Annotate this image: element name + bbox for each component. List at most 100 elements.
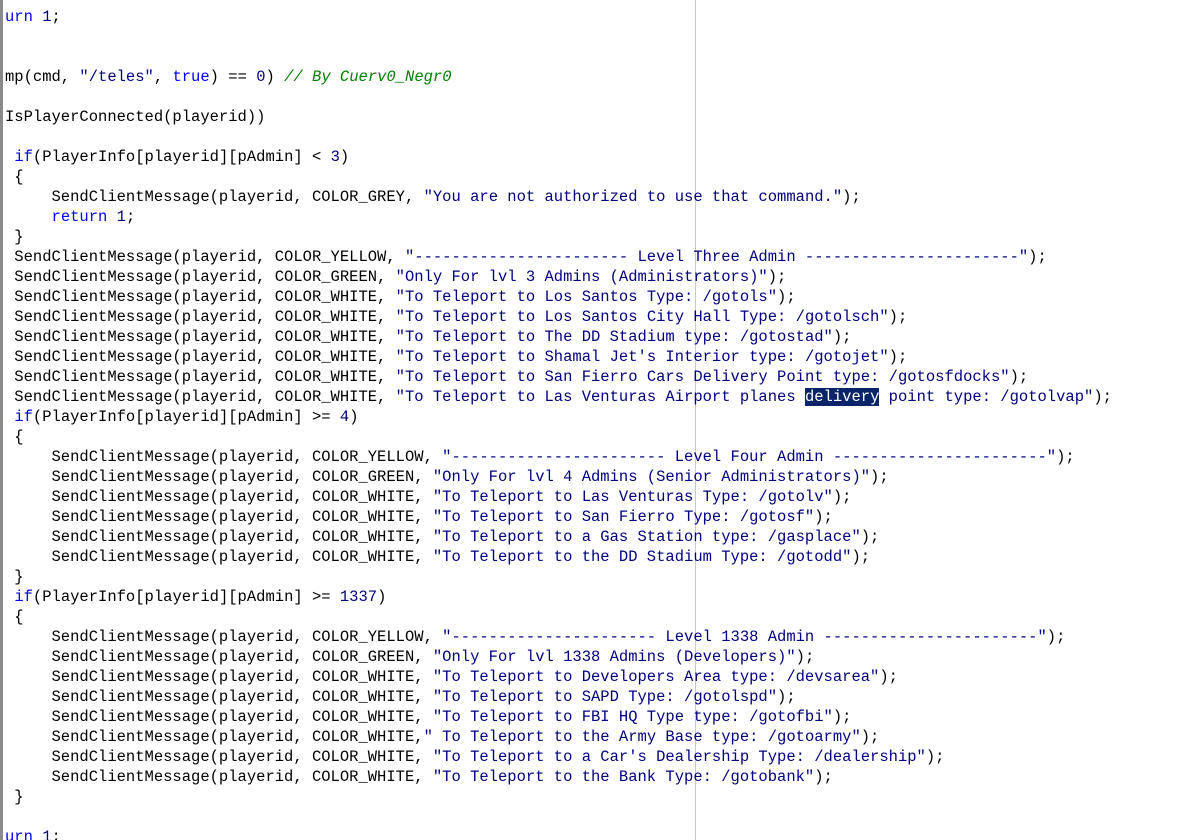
code-line[interactable]: SendClientMessage(playerid, COLOR_WHITE,… [5, 287, 1112, 307]
code-token: SendClientMessage(playerid, COLOR_WHITE, [5, 768, 433, 786]
code-token: SendClientMessage(playerid, COLOR_WHITE, [5, 748, 433, 766]
code-token: "You are not authorized to use that comm… [423, 188, 843, 206]
code-line[interactable]: SendClientMessage(playerid, COLOR_YELLOW… [5, 247, 1112, 267]
code-token: ); [925, 748, 945, 766]
code-line[interactable]: SendClientMessage(playerid, COLOR_WHITE,… [5, 707, 1112, 727]
code-line[interactable]: SendClientMessage(playerid, COLOR_WHITE,… [5, 527, 1112, 547]
code-line[interactable]: SendClientMessage(playerid, COLOR_WHITE,… [5, 487, 1112, 507]
code-token: ); [832, 488, 852, 506]
code-line[interactable]: { [5, 167, 1112, 187]
gutter-line [0, 0, 3, 840]
code-line[interactable]: { [5, 607, 1112, 627]
code-token: ); [1009, 368, 1029, 386]
code-line[interactable]: SendClientMessage(playerid, COLOR_WHITE,… [5, 667, 1112, 687]
code-token: "To Teleport to San Fierro Cars Delivery… [395, 368, 1010, 386]
code-line[interactable]: mp(cmd, "/teles", true) == 0) // By Cuer… [5, 67, 1112, 87]
code-line[interactable]: SendClientMessage(playerid, COLOR_WHITE,… [5, 687, 1112, 707]
code-token: ); [1056, 448, 1075, 466]
code-token: ) [265, 68, 285, 86]
code-line[interactable]: SendClientMessage(playerid, COLOR_YELLOW… [5, 447, 1112, 467]
code-line[interactable]: } [5, 567, 1112, 587]
code-token: "To Teleport to The DD Stadium type: /go… [395, 328, 833, 346]
code-line[interactable]: if(PlayerInfo[playerid][pAdmin] < 3) [5, 147, 1112, 167]
code-line[interactable]: SendClientMessage(playerid, COLOR_WHITE,… [5, 747, 1112, 767]
code-token: "To Teleport to a Gas Station type: /gas… [432, 528, 861, 546]
code-token: ); [777, 288, 796, 306]
code-line[interactable]: SendClientMessage(playerid, COLOR_WHITE,… [5, 507, 1112, 527]
code-token: true [172, 68, 210, 86]
code-line[interactable]: IsPlayerConnected(playerid)) [5, 107, 1112, 127]
code-line[interactable]: SendClientMessage(playerid, COLOR_GREEN,… [5, 267, 1112, 287]
code-editor[interactable]: urn 1; mp(cmd, "/teles", true) == 0) // … [0, 0, 1195, 840]
code-line[interactable]: if(PlayerInfo[playerid][pAdmin] >= 4) [5, 407, 1112, 427]
code-line[interactable]: SendClientMessage(playerid, COLOR_WHITE,… [5, 347, 1112, 367]
code-token: { [5, 168, 24, 186]
code-token: SendClientMessage(playerid, COLOR_GREY, [5, 188, 424, 206]
code-token: SendClientMessage(playerid, COLOR_WHITE, [5, 388, 396, 406]
code-token: "To Teleport to Los Santos City Hall Typ… [395, 308, 889, 326]
code-token: ); [879, 668, 898, 686]
code-token: SendClientMessage(playerid, COLOR_WHITE, [5, 328, 396, 346]
code-line[interactable] [5, 807, 1112, 827]
code-token: ); [842, 188, 861, 206]
code-token: "To Teleport to the Bank Type: /gotobank… [432, 768, 815, 786]
code-line[interactable]: SendClientMessage(playerid, COLOR_WHITE,… [5, 547, 1112, 567]
code-line[interactable] [5, 47, 1112, 67]
code-token: SendClientMessage(playerid, COLOR_WHITE, [5, 348, 396, 366]
code-line[interactable]: if(PlayerInfo[playerid][pAdmin] >= 1337) [5, 587, 1112, 607]
code-token: SendClientMessage(playerid, COLOR_WHITE, [5, 508, 433, 526]
code-token: 1 [116, 208, 126, 226]
code-area[interactable]: urn 1; mp(cmd, "/teles", true) == 0) // … [5, 7, 1112, 840]
code-token: "To Teleport to FBI HQ Type type: /gotof… [432, 708, 833, 726]
code-token: } [5, 788, 24, 806]
code-token: SendClientMessage(playerid, COLOR_WHITE, [5, 528, 433, 546]
code-token: SendClientMessage(playerid, COLOR_GREEN, [5, 648, 433, 666]
code-token: SendClientMessage(playerid, COLOR_WHITE, [5, 308, 396, 326]
code-line[interactable] [5, 127, 1112, 147]
code-token: 1337 [339, 588, 378, 606]
code-token: SendClientMessage(playerid, COLOR_WHITE, [5, 488, 433, 506]
code-line[interactable]: SendClientMessage(playerid, COLOR_WHITE,… [5, 367, 1112, 387]
code-line[interactable]: SendClientMessage(playerid, COLOR_WHITE,… [5, 327, 1112, 347]
code-line[interactable]: } [5, 787, 1112, 807]
code-line[interactable]: SendClientMessage(playerid, COLOR_GREEN,… [5, 647, 1112, 667]
code-line[interactable]: SendClientMessage(playerid, COLOR_GREEN,… [5, 467, 1112, 487]
code-line[interactable]: { [5, 427, 1112, 447]
code-token: "To Teleport to SAPD Type: /gotolspd" [432, 688, 778, 706]
code-token: urn [5, 8, 43, 26]
code-token: "To Teleport to a Car's Dealership Type:… [432, 748, 926, 766]
code-line[interactable]: SendClientMessage(playerid, COLOR_YELLOW… [5, 627, 1112, 647]
code-token: ); [860, 728, 880, 746]
code-line[interactable]: SendClientMessage(playerid, COLOR_GREY, … [5, 187, 1112, 207]
code-token: "To Teleport to Los Santos Type: /gotols… [395, 288, 778, 306]
code-token: urn [5, 828, 43, 840]
code-line[interactable]: urn 1; [5, 7, 1112, 27]
code-line[interactable]: SendClientMessage(playerid, COLOR_WHITE,… [5, 767, 1112, 787]
code-token: ); [832, 708, 852, 726]
code-token: ) == [209, 68, 257, 86]
code-token: "---------------------- Level 1338 Admin… [442, 628, 1047, 646]
code-token: ) [349, 408, 359, 426]
code-line[interactable] [5, 27, 1112, 47]
code-token: (PlayerInfo[playerid][pAdmin] < [32, 148, 331, 166]
code-line[interactable] [5, 87, 1112, 107]
code-token: "Only For lvl 1338 Admins (Developers)" [432, 648, 796, 666]
code-token: ); [1046, 628, 1066, 646]
code-line[interactable]: SendClientMessage(playerid, COLOR_WHITE,… [5, 387, 1112, 407]
code-token: ); [851, 548, 871, 566]
code-token: SendClientMessage(playerid, COLOR_WHITE, [5, 368, 396, 386]
code-line[interactable]: SendClientMessage(playerid, COLOR_WHITE,… [5, 307, 1112, 327]
code-token: if [14, 408, 33, 426]
code-token: ; [51, 828, 61, 840]
code-token: } [5, 228, 24, 246]
code-token: ) [339, 148, 350, 166]
code-line[interactable]: SendClientMessage(playerid, COLOR_WHITE,… [5, 727, 1112, 747]
code-line[interactable]: return 1; [5, 207, 1112, 227]
code-token: SendClientMessage(playerid, COLOR_YELLOW… [5, 248, 405, 266]
code-token: ); [1028, 248, 1047, 266]
code-line[interactable]: } [5, 227, 1112, 247]
code-line[interactable]: urn 1; [5, 827, 1112, 840]
